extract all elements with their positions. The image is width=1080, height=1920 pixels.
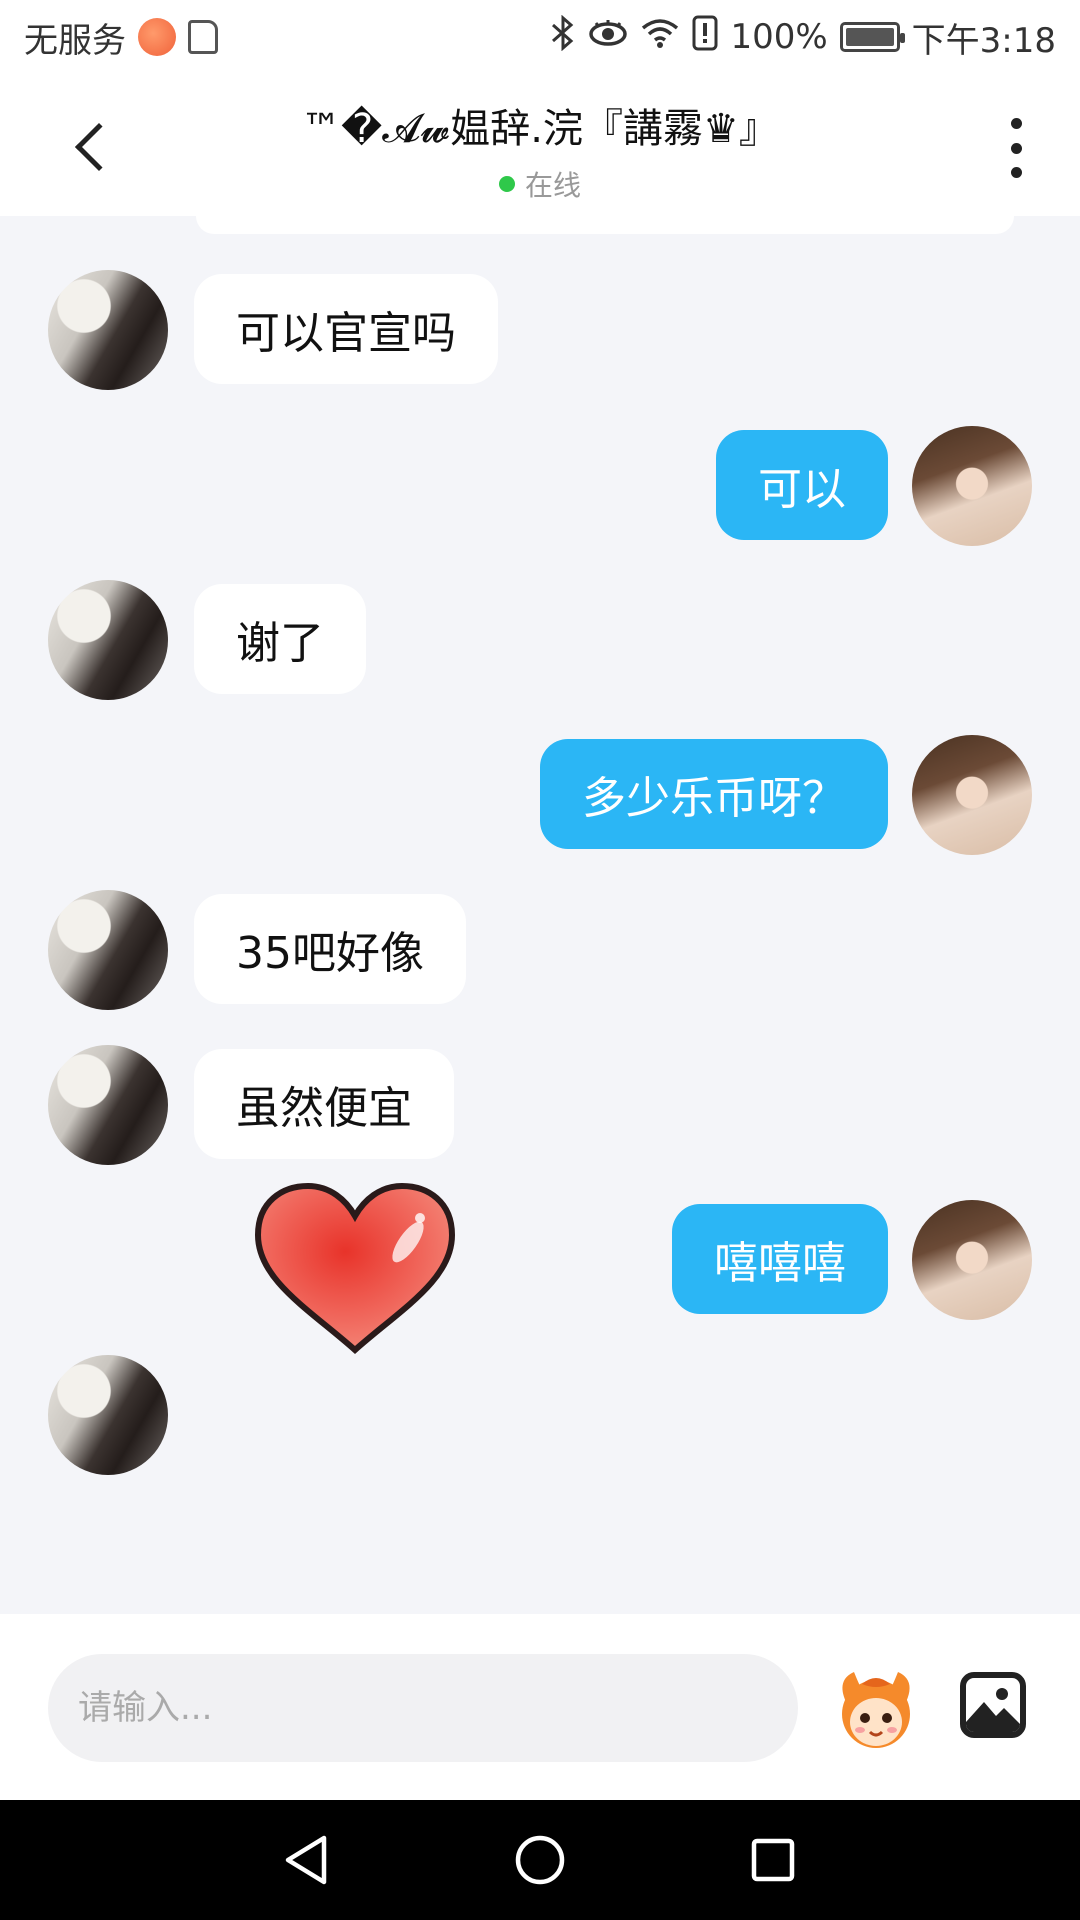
battery-icon — [839, 22, 905, 52]
input-bar — [0, 1614, 1080, 1800]
online-status: 在线 — [180, 164, 900, 204]
message-row: 多少乐币呀？ — [0, 735, 1080, 855]
outgoing-message[interactable]: 可以 — [716, 430, 888, 540]
status-bar: 无服务 100% 下午3:18 — [0, 0, 1080, 74]
message-row: 虽然便宜 — [0, 1045, 1080, 1165]
message-row: 可以 — [0, 426, 1080, 546]
incoming-message[interactable]: 虽然便宜 — [194, 1049, 454, 1159]
emoji-sticker-button[interactable] — [832, 1662, 920, 1754]
message-row — [0, 1355, 1080, 1475]
alert-icon — [692, 15, 718, 60]
bluetooth-icon — [550, 14, 576, 59]
title-area: ™�𝓐𝔀媪辞.浣『講霧♛』 在线 — [180, 96, 900, 204]
more-options-button[interactable] — [996, 118, 1036, 178]
message-row: 谢了 — [0, 580, 1080, 700]
nav-back-button[interactable] — [277, 1830, 337, 1890]
wifi-icon — [640, 17, 680, 58]
heart-sticker[interactable] — [250, 1180, 460, 1360]
status-bar-left: 无服务 — [24, 13, 218, 62]
more-dot-icon — [1010, 118, 1022, 129]
clock: 下午3:18 — [911, 20, 1056, 61]
my-avatar[interactable] — [912, 735, 1032, 855]
status-bar-right: 100% 下午3:18 — [550, 13, 1056, 62]
chat-title: ™�𝓐𝔀媪辞.浣『講霧♛』 — [301, 106, 779, 152]
sim-icon — [188, 20, 218, 54]
message-list[interactable]: 可以官宣吗 可以 谢了 多少乐币呀？ 35吧好像 虽然便宜 嘻嘻嘻 — [0, 216, 1080, 1614]
online-status-label: 在线 — [524, 169, 581, 202]
message-input[interactable] — [48, 1654, 798, 1762]
mascot-face-icon — [842, 1672, 910, 1748]
outgoing-message[interactable]: 多少乐币呀？ — [540, 739, 888, 849]
chat-header: ™�𝓐𝔀媪辞.浣『講霧♛』 在线 — [0, 74, 1080, 216]
nav-home-button[interactable] — [510, 1830, 570, 1890]
outgoing-message[interactable]: 嘻嘻嘻 — [672, 1204, 888, 1314]
chevron-left-icon — [74, 122, 124, 172]
triangle-back-icon — [285, 1835, 326, 1885]
image-picker-button[interactable] — [960, 1672, 1026, 1738]
contact-avatar[interactable] — [48, 580, 168, 700]
online-dot-icon — [498, 176, 515, 192]
previous-message-bubble — [196, 216, 1014, 234]
message-row: 嘻嘻嘻 — [0, 1200, 1080, 1320]
message-row: 可以官宣吗 — [0, 270, 1080, 390]
eye-comfort-icon — [588, 17, 628, 57]
contact-avatar[interactable] — [48, 1045, 168, 1165]
incoming-message[interactable]: 35吧好像 — [194, 894, 466, 1004]
back-button[interactable] — [62, 112, 124, 182]
circle-home-icon — [515, 1835, 565, 1885]
message-row: 35吧好像 — [0, 890, 1080, 1010]
contact-avatar[interactable] — [48, 1355, 168, 1475]
incoming-message[interactable]: 谢了 — [194, 584, 366, 694]
nav-recents-button[interactable] — [743, 1830, 803, 1890]
carrier-label: 无服务 — [24, 20, 126, 61]
app-notification-icon — [138, 18, 176, 56]
image-icon — [966, 1688, 1020, 1732]
battery-percent: 100% — [730, 17, 828, 57]
incoming-message[interactable]: 可以官宣吗 — [194, 274, 498, 384]
more-dot-icon — [1010, 142, 1022, 154]
more-dot-icon — [1010, 167, 1022, 178]
contact-avatar[interactable] — [48, 890, 168, 1010]
my-avatar[interactable] — [912, 426, 1032, 546]
battery-fill — [845, 28, 894, 46]
system-navigation-bar — [0, 1800, 1080, 1920]
contact-avatar[interactable] — [48, 270, 168, 390]
my-avatar[interactable] — [912, 1200, 1032, 1320]
square-recents-icon — [752, 1838, 795, 1882]
